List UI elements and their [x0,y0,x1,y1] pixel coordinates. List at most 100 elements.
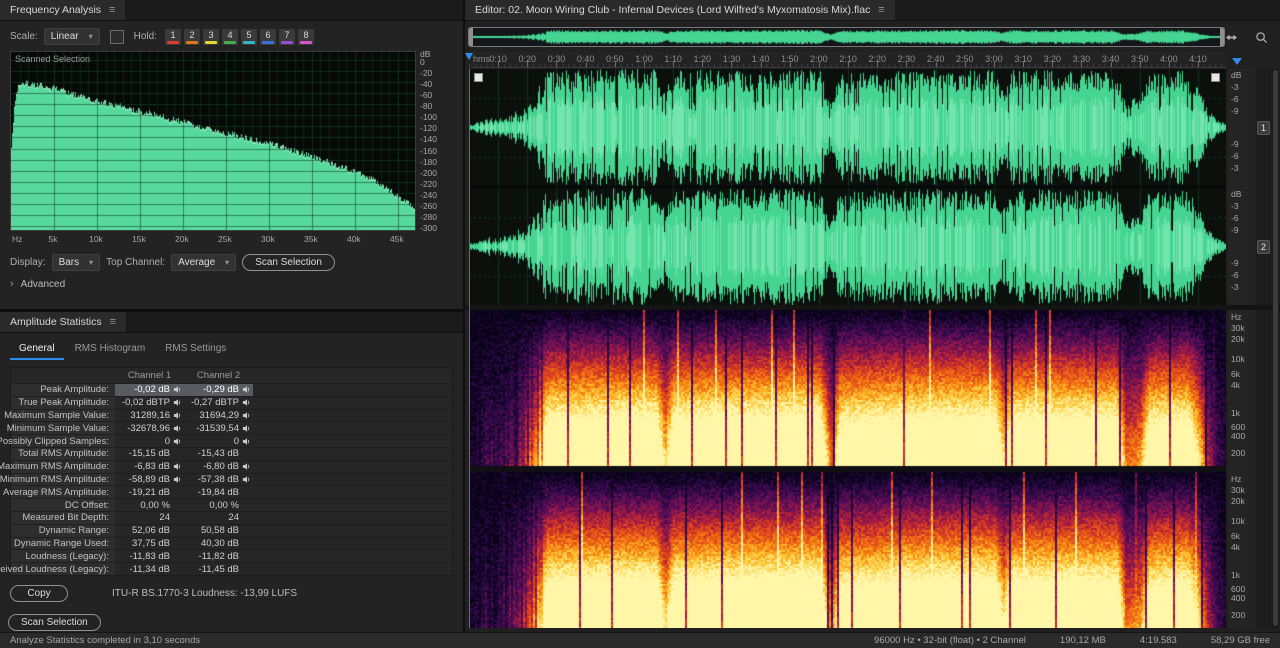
wave-db-tick: -6 [1231,269,1239,280]
spec-hz-tick: 6k [1231,368,1240,379]
hold-button-3[interactable]: 3 [202,28,219,45]
speaker-icon[interactable] [170,437,184,446]
spec-hz-tick: 200 [1231,448,1246,459]
stat-values: 52,06 dB 50,58 dB [115,525,253,537]
editor-tab[interactable]: Editor: 02. Moon Wiring Club - Infernal … [465,0,895,20]
freq-hz-tick: 25k [218,234,232,244]
speaker-icon[interactable] [239,398,253,407]
speaker-icon[interactable] [170,424,184,433]
vertical-scrollbar[interactable] [1272,69,1279,628]
speaker-icon[interactable] [170,462,184,471]
top-channel-dropdown[interactable]: Average ▾ [171,254,237,271]
table-row[interactable]: Measured Bit Depth: 24 24 [11,510,452,524]
panel-menu-icon[interactable]: ≡ [878,4,884,16]
overview-navigator[interactable] [468,27,1225,47]
table-row[interactable]: True Peak Amplitude: -0,02 dBTP -0,27 dBTP [11,395,452,409]
file-duration: 4:19.583 [1139,635,1177,646]
speaker-icon[interactable] [239,411,253,420]
table-row[interactable]: Minimum RMS Amplitude: -58,89 dB -57,38 dB [0,472,452,486]
stat-value-ch1: -11,83 dB [129,550,171,562]
speaker-icon[interactable] [239,385,253,394]
channel-badge-1[interactable]: 1 [1257,121,1270,135]
table-row[interactable]: Possibly Clipped Samples: 0 0 [0,434,452,447]
speaker-icon[interactable] [170,475,184,484]
freq-hz-tick: 35k [303,234,318,244]
hold-button-4[interactable]: 4 [221,28,238,45]
advanced-toggle[interactable]: › Advanced [0,271,463,297]
speaker-icon[interactable] [170,385,184,394]
speaker-icon[interactable] [170,398,184,407]
scan-selection-button[interactable]: Scan Selection [8,613,101,631]
stat-value-ch2: 50,58 dB [200,525,239,537]
amplitude-panel-tab[interactable]: Amplitude Statistics ≡ [0,312,127,332]
speaker-icon[interactable] [239,462,253,471]
format-info: 96000 Hz • 32-bit (float) • 2 Channel [874,635,1026,646]
tab-rms-histogram[interactable]: RMS Histogram [66,340,155,360]
hold-button-6[interactable]: 6 [259,28,276,45]
hold-color-bar [204,40,217,44]
table-row[interactable]: Maximum RMS Amplitude: -6,83 dB -6,80 dB [0,459,452,473]
advanced-label: Advanced [20,278,66,290]
hold-button-8[interactable]: 8 [297,28,314,45]
freq-db-tick: -100 [420,112,438,123]
frequency-graph[interactable]: Scanned Selection [10,51,416,231]
frequency-analysis-panel: Frequency Analysis ≡ Scale: Linear ▾ Hol… [0,0,463,309]
zoom-out-full-icon[interactable] [1222,29,1240,45]
playhead-line[interactable] [469,69,470,628]
wave-db-tick: -9 [1231,105,1239,116]
frequency-panel-tab[interactable]: Frequency Analysis ≡ [0,0,126,20]
scale-dropdown[interactable]: Linear ▾ [43,28,100,45]
speaker-icon[interactable] [239,475,253,484]
freq-db-tick: -280 [420,211,438,222]
hold-button-5[interactable]: 5 [240,28,257,45]
speaker-icon[interactable] [170,411,184,420]
scale-value: Linear [50,31,79,42]
panel-menu-icon[interactable]: ≡ [110,316,116,328]
table-row[interactable]: Dynamic Range: 52,06 dB 50,58 dB [11,523,452,537]
scrollbar-thumb[interactable] [1273,70,1278,626]
hold-button-7[interactable]: 7 [278,28,295,45]
table-row[interactable]: Total RMS Amplitude: -15,15 dB -15,43 dB [11,446,452,460]
table-row[interactable]: Average RMS Amplitude: -19,21 dB -19,84 dB [3,485,452,499]
table-row[interactable]: Perceived Loudness (Legacy):-11,34 dB-11… [0,562,452,575]
stat-value-ch1: -58,89 dB [128,473,170,485]
playhead-handle[interactable] [465,53,473,60]
channel-badge-2[interactable]: 2 [1257,240,1270,254]
waveform-display[interactable] [469,69,1226,305]
ruler-tick [614,62,616,67]
hold-color-bar [242,40,255,44]
ruler-tick [731,62,733,67]
speaker-icon[interactable] [239,424,253,433]
stat-value-ch1: -11,34 dB [129,563,171,575]
stat-values: 31289,16 31694,29 [115,410,253,422]
ruler-tick [498,62,500,67]
timeline-ruler[interactable]: hms 0:10 0:20 0:30 0:40 0:50 1:00 1:10 1:20 1:30 1… [469,52,1226,68]
copy-graph-icon[interactable] [109,29,124,44]
ruler-tick [585,62,587,67]
stat-value-ch1: 37,75 dB [131,537,170,549]
stat-value-ch2: -57,38 dB [197,473,239,485]
ruler-tick [906,62,908,67]
stat-value-ch2: -15,43 dB [197,448,239,460]
spectrogram-display[interactable] [469,310,1226,628]
stat-value-ch1: -32678,96 [127,422,170,434]
copy-button[interactable]: Copy [10,584,68,602]
speaker-icon[interactable] [239,437,253,446]
table-row[interactable]: Maximum Sample Value: 31289,16 31694,29 [4,408,452,422]
table-row[interactable]: DC Offset: 0,00 % 0,00 % [11,498,452,511]
frequency-db-axis: dB 0 -20 -40 -60 -80 -100 -120 -140 -160 -180 -200-… [416,49,456,233]
table-row[interactable]: Dynamic Range Used: 37,75 dB 40,30 dB [11,536,452,550]
hold-button-2[interactable]: 2 [183,28,200,45]
zoom-selection-icon[interactable] [1252,29,1270,45]
tab-general[interactable]: General [10,340,64,360]
ruler-tick [935,62,937,67]
hold-button-1[interactable]: 1 [164,28,181,45]
scan-selection-button[interactable]: Scan Selection [242,254,335,271]
tab-rms-settings[interactable]: RMS Settings [156,340,235,360]
panel-menu-icon[interactable]: ≡ [109,4,115,16]
table-row[interactable]: Peak Amplitude: -0,02 dB -0,29 dB [11,383,452,396]
stat-value-ch2: -31539,54 [196,422,239,434]
display-dropdown[interactable]: Bars ▾ [51,254,101,271]
table-row[interactable]: Minimum Sample Value: -32678,96 -31539,54 [7,421,452,435]
table-row[interactable]: Loudness (Legacy): -11,83 dB -11,82 dB [11,549,452,563]
